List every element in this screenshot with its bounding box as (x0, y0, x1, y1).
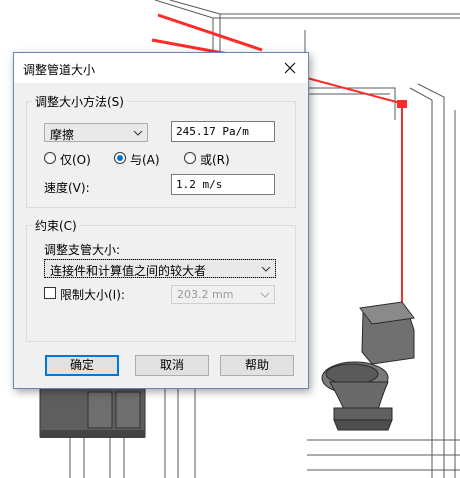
toilet-model[interactable] (321, 301, 415, 431)
velocity-label: 速度(V): (44, 181, 90, 195)
radio-only[interactable]: 仅(O) (44, 151, 104, 167)
sizing-method-value: 摩擦 (50, 128, 75, 142)
radio-only-circle (44, 152, 56, 164)
chevron-down-icon (261, 266, 271, 272)
radio-or-label: 或(R) (200, 153, 230, 167)
restrict-size-label: 限制大小(I): (60, 288, 125, 302)
sizing-method-select[interactable]: 摩擦 (44, 123, 148, 142)
radio-and-label: 与(A) (130, 153, 160, 167)
radio-or[interactable]: 或(R) (184, 151, 244, 167)
radio-and[interactable]: 与(A) (114, 151, 174, 167)
restrict-size-select: 203.2 mm (171, 285, 275, 304)
radio-selected-dot (117, 155, 123, 161)
close-icon[interactable] (278, 56, 302, 80)
radio-and-circle (114, 152, 126, 164)
restrict-size-box (44, 287, 56, 299)
restrict-size-value: 203.2 mm (177, 288, 234, 301)
branch-sizing-value: 连接件和计算值之间的较大者 (50, 264, 207, 278)
chevron-down-icon (260, 292, 270, 298)
velocity-input[interactable]: 1.2 m/s (171, 174, 275, 195)
ok-button[interactable]: 确定 (45, 355, 119, 376)
chevron-down-icon (133, 130, 143, 136)
help-button[interactable]: 帮助 (220, 355, 294, 376)
branch-sizing-label: 调整支管大小: (44, 243, 121, 257)
dialog-titlebar[interactable]: 调整管道大小 (14, 53, 308, 83)
radio-or-circle (184, 152, 196, 164)
radio-only-label: 仅(O) (60, 153, 91, 167)
branch-sizing-select[interactable]: 连接件和计算值之间的较大者 (44, 259, 276, 278)
friction-input[interactable]: 245.17 Pa/m (171, 121, 275, 142)
sizing-method-label: 调整大小方法(S) (32, 93, 127, 110)
constraints-label: 约束(C) (32, 217, 80, 234)
restrict-size-checkbox[interactable]: 限制大小(I): (44, 286, 164, 302)
dialog-title: 调整管道大小 (23, 63, 96, 77)
resize-duct-dialog: 调整管道大小 调整大小方法(S) 摩擦 245.17 Pa/m 仅(O) 与(A… (13, 52, 309, 389)
cabinet (39, 386, 146, 438)
cancel-button[interactable]: 取消 (135, 355, 209, 376)
